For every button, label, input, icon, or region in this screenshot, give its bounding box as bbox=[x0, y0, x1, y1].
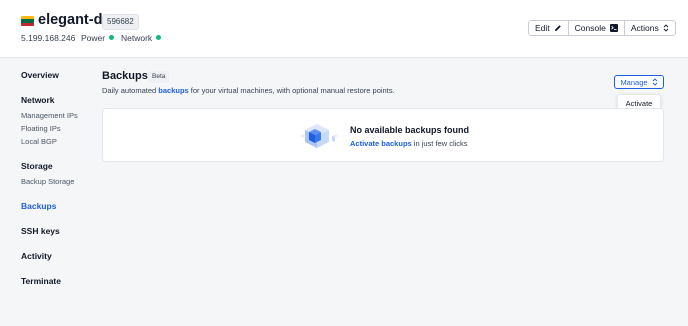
nav-ssh-keys[interactable]: SSH keys bbox=[21, 226, 60, 236]
header-actions: Edit Console Actions bbox=[528, 20, 676, 36]
nav-backup-storage[interactable]: Backup Storage bbox=[21, 177, 74, 186]
empty-state-subtitle-text: in just few clicks bbox=[411, 139, 468, 148]
power-status-dot bbox=[109, 35, 115, 40]
vm-header: elegant-doe 596682 5.199.168.246 Power N… bbox=[0, 0, 688, 58]
flag-stripe bbox=[21, 22, 34, 26]
flag-icon bbox=[21, 16, 34, 26]
network-status: Network bbox=[121, 33, 162, 43]
manage-label: Manage bbox=[620, 77, 648, 87]
power-label: Power bbox=[81, 33, 106, 43]
console-button[interactable]: Console bbox=[569, 21, 625, 35]
manage-dropdown-button[interactable]: Manage bbox=[614, 75, 664, 89]
empty-state-card: No available backups found Activate back… bbox=[102, 108, 664, 162]
actions-button[interactable]: Actions bbox=[625, 21, 675, 35]
edit-button[interactable]: Edit bbox=[529, 21, 569, 35]
network-status-dot bbox=[156, 35, 162, 40]
nav-activity[interactable]: Activity bbox=[21, 251, 52, 261]
nav-terminate[interactable]: Terminate bbox=[21, 276, 61, 286]
backups-link[interactable]: backups bbox=[158, 86, 188, 95]
page-title: Backups bbox=[102, 70, 148, 82]
description-text-end: for your virtual machines, with optional… bbox=[188, 86, 395, 95]
activate-backups-link[interactable]: Activate backups bbox=[350, 139, 412, 148]
nav-management-ips[interactable]: Management IPs bbox=[21, 111, 78, 120]
empty-state-title: No available backups found bbox=[350, 125, 470, 135]
beta-badge: Beta bbox=[148, 71, 170, 83]
nav-local-bgp[interactable]: Local BGP bbox=[21, 137, 57, 146]
actions-button-label: Actions bbox=[630, 23, 659, 33]
pencil-icon bbox=[554, 25, 561, 31]
nav-backups[interactable]: Backups bbox=[21, 201, 56, 211]
chevron-up-down-icon bbox=[663, 24, 669, 32]
empty-state-subtitle: Activate backups in just few clicks bbox=[350, 139, 468, 148]
edit-button-label: Edit bbox=[535, 23, 550, 33]
power-status: Power bbox=[81, 33, 115, 43]
nav-overview[interactable]: Overview bbox=[21, 70, 59, 80]
nav-storage-heading[interactable]: Storage bbox=[21, 161, 53, 171]
nav-network-heading[interactable]: Network bbox=[21, 95, 55, 105]
page-description: Daily automated backups for your virtual… bbox=[102, 86, 395, 95]
terminal-icon bbox=[609, 24, 618, 32]
ip-address: 5.199.168.246 bbox=[21, 33, 76, 43]
menu-item-activate[interactable]: Activate bbox=[626, 99, 653, 108]
backup-boxes-icon bbox=[300, 124, 338, 148]
console-button-label: Console bbox=[574, 23, 606, 33]
vm-id-badge: 596682 bbox=[102, 14, 139, 30]
description-text: Daily automated bbox=[102, 86, 159, 95]
chevron-up-down-icon bbox=[652, 78, 657, 86]
network-label: Network bbox=[121, 33, 153, 43]
nav-floating-ips[interactable]: Floating IPs bbox=[21, 124, 61, 133]
